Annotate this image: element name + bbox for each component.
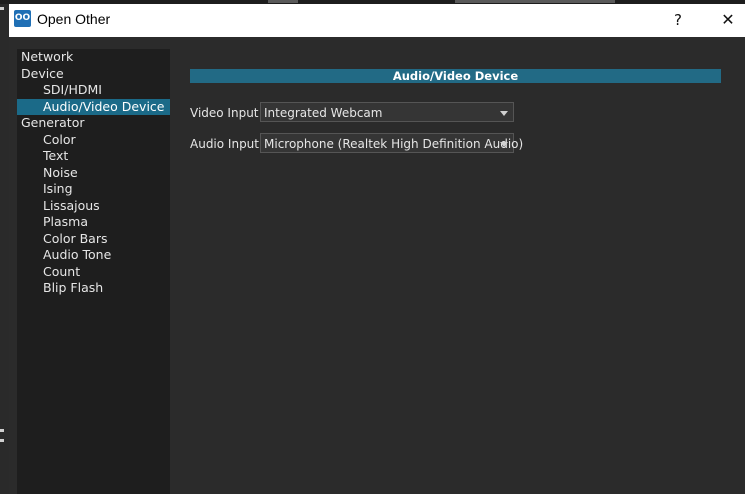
audio-input-select[interactable]: Microphone (Realtek High Definition Audi… xyxy=(260,133,523,153)
background-strip-segment xyxy=(455,0,615,3)
nav-item-sdi-hdmi[interactable]: SDI/HDMI xyxy=(17,82,170,99)
background-edge-mark xyxy=(0,7,4,10)
nav-item-text[interactable]: Text xyxy=(17,148,170,165)
window-title: Open Other xyxy=(37,11,111,27)
audio-input-value: Microphone (Realtek High Definition Audi… xyxy=(264,137,524,151)
nav-item-generator[interactable]: Generator xyxy=(17,115,170,132)
video-input-row: Video Input Integrated Webcam xyxy=(190,102,520,124)
title-bar[interactable]: OO Open Other ? ✕ xyxy=(9,4,745,37)
nav-item-ising[interactable]: Ising xyxy=(17,181,170,198)
nav-item-network[interactable]: Network xyxy=(17,49,170,66)
audio-input-row: Audio Input Microphone (Realtek High Def… xyxy=(190,133,523,155)
nav-item-count[interactable]: Count xyxy=(17,264,170,281)
background-edge-mark xyxy=(0,439,4,442)
nav-item-color[interactable]: Color xyxy=(17,132,170,149)
open-other-dialog: OO Open Other ? ✕ Network Device SDI/HDMI A… xyxy=(9,4,745,494)
audio-input-label: Audio Input xyxy=(190,137,259,151)
background-edge-mark xyxy=(0,429,4,432)
app-icon: OO xyxy=(14,10,31,27)
nav-item-blip-flash[interactable]: Blip Flash xyxy=(17,280,170,297)
nav-item-plasma[interactable]: Plasma xyxy=(17,214,170,231)
source-tree-list: Network Device SDI/HDMI Audio/Video Device G… xyxy=(17,49,170,297)
nav-item-device[interactable]: Device xyxy=(17,66,170,83)
nav-item-lissajous[interactable]: Lissajous xyxy=(17,198,170,215)
help-button[interactable]: ? xyxy=(663,8,693,32)
audio-video-device-panel: Audio/Video Device Video Input Integrate… xyxy=(190,69,721,153)
video-input-label: Video Input xyxy=(190,106,259,120)
nav-item-audio-video-device[interactable]: Audio/Video Device xyxy=(17,98,170,115)
chevron-down-icon[interactable] xyxy=(500,111,508,116)
source-tree[interactable]: Network Device SDI/HDMI Audio/Video Device G… xyxy=(17,49,170,494)
nav-item-color-bars[interactable]: Color Bars xyxy=(17,231,170,248)
nav-item-audio-tone[interactable]: Audio Tone xyxy=(17,247,170,264)
video-input-select[interactable]: Integrated Webcam xyxy=(260,102,514,122)
close-button[interactable]: ✕ xyxy=(713,8,743,32)
video-input-value: Integrated Webcam xyxy=(264,106,383,120)
nav-item-noise[interactable]: Noise xyxy=(17,165,170,182)
chevron-down-icon[interactable] xyxy=(500,142,508,147)
background-strip-segment xyxy=(268,0,298,3)
section-header: Audio/Video Device xyxy=(190,69,721,83)
